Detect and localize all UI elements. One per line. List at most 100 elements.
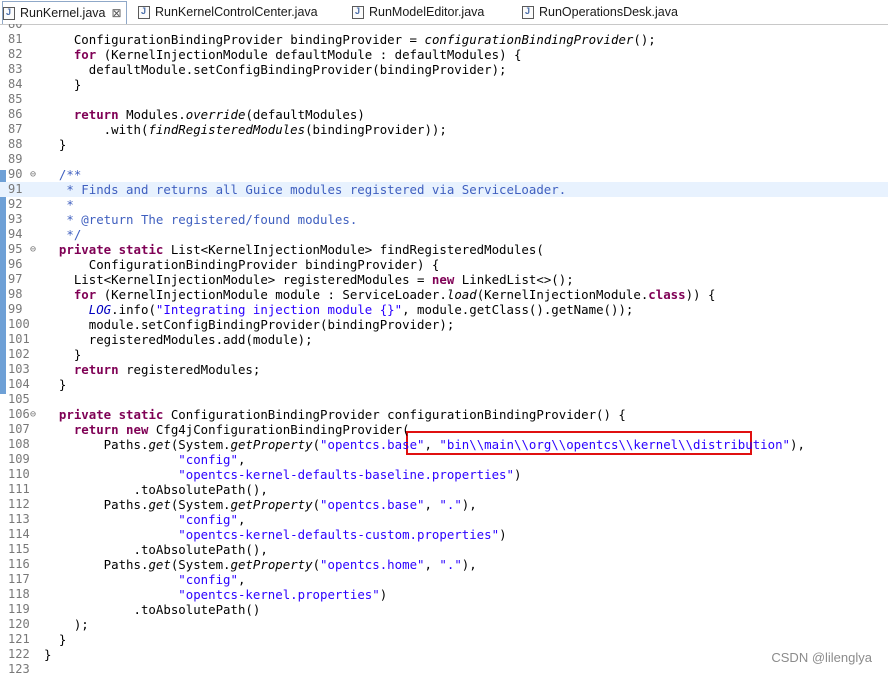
code-line[interactable]: 122}	[0, 647, 888, 662]
code-line[interactable]: 114 "opentcs-kernel-defaults-custom.prop…	[0, 527, 888, 542]
code-line[interactable]: 96 ConfigurationBindingProvider bindingP…	[0, 257, 888, 272]
line-number: 84	[8, 77, 23, 91]
line-number: 81	[8, 32, 23, 46]
code-text: * Finds and returns all Guice modules re…	[44, 182, 567, 197]
code-line[interactable]: 115 .toAbsolutePath(),	[0, 542, 888, 557]
code-text: "opentcs-kernel.properties")	[178, 587, 388, 602]
java-file-icon	[3, 6, 15, 20]
code-line[interactable]: 102 }	[0, 347, 888, 362]
code-line[interactable]: 80	[0, 24, 888, 32]
code-line[interactable]: 101 registeredModules.add(module);	[0, 332, 888, 347]
code-line[interactable]: 82 for (KernelInjectionModule defaultMod…	[0, 47, 888, 62]
code-line[interactable]: 111 .toAbsolutePath(),	[0, 482, 888, 497]
code-line[interactable]: 86 return Modules.override(defaultModule…	[0, 107, 888, 122]
code-line[interactable]: 105	[0, 392, 888, 407]
code-line[interactable]: 103 return registeredModules;	[0, 362, 888, 377]
code-line[interactable]: 120 );	[0, 617, 888, 632]
line-number: 88	[8, 137, 23, 151]
code-text: }	[44, 647, 52, 662]
fold-toggle-icon[interactable]: ⊖	[30, 242, 36, 257]
code-text: List<KernelInjectionModule> registeredMo…	[44, 272, 574, 287]
code-text: return Modules.override(defaultModules)	[73, 107, 365, 122]
tab-runoperationsdesk[interactable]: RunOperationsDesk.java	[522, 0, 678, 24]
line-number: 123	[8, 662, 30, 675]
code-line[interactable]: 98 for (KernelInjectionModule module : S…	[0, 287, 888, 302]
code-line[interactable]: 84 }	[0, 77, 888, 92]
line-number: 118	[8, 587, 30, 601]
java-file-icon	[522, 5, 534, 19]
code-line[interactable]: 95 ⊖ private static List<KernelInjectionM…	[0, 242, 888, 257]
code-text: );	[44, 617, 89, 632]
code-line[interactable]: 118 "opentcs-kernel.properties")	[0, 587, 888, 602]
code-line[interactable]: 106 ⊖ private static ConfigurationBinding…	[0, 407, 888, 422]
code-text: defaultModule.setConfigBindingProvider(b…	[44, 62, 507, 77]
line-number: 104	[8, 377, 30, 391]
code-line[interactable]: 121 }	[0, 632, 888, 647]
code-line[interactable]: 107 return new Cfg4jConfigurationBinding…	[0, 422, 888, 437]
code-text: for (KernelInjectionModule defaultModule…	[73, 47, 522, 62]
line-number: 114	[8, 527, 30, 541]
code-line[interactable]: 116 Paths.get(System.getProperty("opentc…	[0, 557, 888, 572]
line-number: 111	[8, 482, 30, 496]
code-line[interactable]: 110 "opentcs-kernel-defaults-baseline.pr…	[0, 467, 888, 482]
code-text: }	[44, 632, 67, 647]
line-number: 121	[8, 632, 30, 646]
tab-runkernelcontrolcenter[interactable]: RunKernelControlCenter.java	[138, 0, 318, 24]
code-text: * @return The registered/found modules.	[44, 212, 358, 227]
code-text: return new Cfg4jConfigurationBindingProv…	[73, 422, 410, 437]
code-line[interactable]: 117 "config",	[0, 572, 888, 587]
line-number: 96	[8, 257, 23, 271]
code-text: *	[44, 197, 74, 212]
code-line[interactable]: 100 module.setConfigBindingProvider(bind…	[0, 317, 888, 332]
tab-label: RunOperationsDesk.java	[539, 5, 678, 19]
code-text: private static ConfigurationBindingProvi…	[58, 407, 626, 422]
code-line[interactable]: 97 List<KernelInjectionModule> registere…	[0, 272, 888, 287]
code-line[interactable]: 123	[0, 662, 888, 675]
code-text: LOG.info("Integrating injection module {…	[88, 302, 634, 317]
code-line[interactable]: 108 Paths.get(System.getProperty("opentc…	[0, 437, 888, 452]
line-number: 99	[8, 302, 23, 316]
line-number: 80	[8, 24, 23, 31]
code-text: "opentcs-kernel-defaults-custom.properti…	[178, 527, 507, 542]
code-line[interactable]: 90 ⊖ /**	[0, 167, 888, 182]
line-number: 83	[8, 62, 23, 76]
code-text: Paths.get(System.getProperty("opentcs.ba…	[44, 497, 477, 512]
code-editor[interactable]: 80 81 ConfigurationBindingProvider bindin…	[0, 24, 888, 675]
line-number: 115	[8, 542, 30, 556]
code-line[interactable]: 113 "config",	[0, 512, 888, 527]
code-line[interactable]: 91 * Finds and returns all Guice modules…	[0, 182, 888, 197]
line-number: 116	[8, 557, 30, 571]
code-line[interactable]: 89	[0, 152, 888, 167]
code-line[interactable]: 109 "config",	[0, 452, 888, 467]
code-line[interactable]: 83 defaultModule.setConfigBindingProvide…	[0, 62, 888, 77]
line-number: 98	[8, 287, 23, 301]
code-text: registeredModules.add(module);	[44, 332, 313, 347]
line-number: 101	[8, 332, 30, 346]
code-line[interactable]: 81 ConfigurationBindingProvider bindingP…	[0, 32, 888, 47]
tab-runmodeleditor[interactable]: RunModelEditor.java	[352, 0, 484, 24]
code-line[interactable]: 92 *	[0, 197, 888, 212]
tab-runkernel[interactable]: RunKernel.java ⊠	[2, 1, 127, 24]
code-line[interactable]: 93 * @return The registered/found module…	[0, 212, 888, 227]
code-line[interactable]: 104 }	[0, 377, 888, 392]
line-number: 107	[8, 422, 30, 436]
code-text: }	[44, 377, 67, 392]
code-text: Paths.get(System.getProperty("opentcs.ho…	[44, 557, 477, 572]
code-line[interactable]: 99 LOG.info("Integrating injection modul…	[0, 302, 888, 317]
code-line[interactable]: 94 */	[0, 227, 888, 242]
code-line[interactable]: 119 .toAbsolutePath()	[0, 602, 888, 617]
code-text: for (KernelInjectionModule module : Serv…	[73, 287, 716, 302]
line-number: 103	[8, 362, 30, 376]
code-line[interactable]: 85	[0, 92, 888, 107]
line-number: 119	[8, 602, 30, 616]
line-number: 97	[8, 272, 23, 286]
line-number: 117	[8, 572, 30, 586]
fold-toggle-icon[interactable]: ⊖	[30, 167, 36, 182]
fold-toggle-icon[interactable]: ⊖	[30, 407, 36, 422]
code-text: .toAbsolutePath(),	[44, 542, 268, 557]
code-line[interactable]: 88 }	[0, 137, 888, 152]
close-tab-icon[interactable]: ⊠	[111, 6, 121, 20]
code-line[interactable]: 112 Paths.get(System.getProperty("opentc…	[0, 497, 888, 512]
code-line[interactable]: 87 .with(findRegisteredModules(bindingPr…	[0, 122, 888, 137]
tab-label: RunModelEditor.java	[369, 5, 485, 19]
